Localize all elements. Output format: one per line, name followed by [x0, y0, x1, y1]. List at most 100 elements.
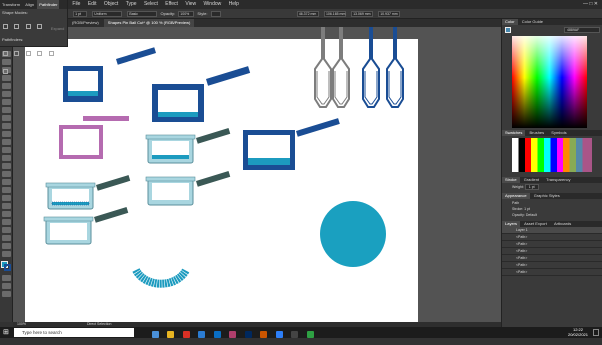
brush-select[interactable]: Basic — [127, 10, 158, 17]
menu-object[interactable]: Object — [101, 0, 121, 9]
drawing-modes-icon[interactable] — [2, 275, 11, 281]
tab-pathfinder[interactable]: Pathfinder — [37, 0, 60, 9]
box-2[interactable] — [152, 66, 251, 122]
w-field[interactable]: 13.069 mm — [351, 10, 374, 17]
rotate-tool-icon[interactable] — [2, 131, 11, 137]
app3-icon[interactable] — [306, 331, 314, 338]
minus-front-icon[interactable] — [14, 24, 20, 29]
store-icon[interactable] — [213, 331, 221, 338]
gradient-tool-icon[interactable] — [2, 187, 11, 193]
gray-handle-shapes[interactable] — [314, 27, 350, 108]
menu-select[interactable]: Select — [141, 0, 161, 9]
tab-swatches[interactable]: Swatches — [502, 130, 526, 136]
expand-button[interactable]: Expand — [51, 26, 65, 31]
tab-artboards[interactable]: Artboards — [551, 221, 574, 227]
menu-window[interactable]: Window — [200, 0, 224, 9]
style-select[interactable] — [210, 10, 221, 17]
eyedropper-tool-icon[interactable] — [2, 195, 11, 201]
hex-field[interactable]: 4889AF — [564, 27, 600, 33]
x-field[interactable]: 46.372 mm — [296, 10, 319, 17]
mail-icon[interactable] — [198, 331, 206, 338]
chrome-icon[interactable] — [182, 331, 190, 338]
appearance-opacity-value[interactable]: Default — [526, 213, 537, 217]
type-tool-icon[interactable] — [2, 83, 11, 89]
divide-icon[interactable] — [3, 51, 8, 56]
word-icon[interactable] — [275, 331, 283, 338]
task-view-icon[interactable] — [152, 331, 159, 338]
mesh-tool-icon[interactable] — [2, 179, 11, 185]
teal-circle[interactable] — [320, 201, 386, 267]
file-explorer-icon[interactable] — [167, 331, 175, 338]
menu-type[interactable]: Type — [123, 0, 140, 9]
layer-row[interactable]: Layer 1 — [502, 227, 602, 234]
box-light-d[interactable] — [43, 207, 129, 245]
layer-sublayer-row[interactable]: <Path> — [502, 248, 602, 255]
slice-tool-icon[interactable] — [2, 235, 11, 241]
menu-file[interactable]: File — [69, 0, 83, 9]
appearance-stroke-value[interactable]: 1 pt — [524, 207, 530, 211]
menu-view[interactable]: View — [182, 0, 199, 9]
box-light-a[interactable] — [145, 128, 231, 164]
tab-align[interactable]: Align — [23, 0, 36, 9]
artboard-tool-icon[interactable] — [2, 227, 11, 233]
layer-sublayer-row[interactable]: <Path> — [502, 269, 602, 276]
layer-sublayer-row[interactable]: <Path> — [502, 234, 602, 241]
pencil-tool-icon[interactable] — [2, 115, 11, 121]
stroke-profile-select[interactable]: Uniform — [92, 10, 123, 17]
tab-transform[interactable]: Transform — [0, 0, 22, 9]
zoom-level[interactable]: 100% — [13, 322, 26, 326]
outline-icon[interactable] — [48, 51, 54, 56]
eraser-tool-icon[interactable] — [2, 123, 11, 129]
symbol-sprayer-tool-icon[interactable] — [2, 211, 11, 217]
tab-document-active[interactable]: Shapes Pin Ball Cut* @ 100 % (RGB/Previe… — [103, 19, 195, 27]
y-field[interactable]: 106.165 mm — [323, 10, 346, 17]
tab-transparency[interactable]: Transparency — [543, 177, 573, 183]
unite-icon[interactable] — [3, 24, 8, 29]
clock-date[interactable]: 20/02/2021 — [568, 332, 588, 337]
color-fill-swatch[interactable] — [505, 27, 511, 33]
blend-tool-icon[interactable] — [2, 203, 11, 209]
layer-sublayer-row[interactable]: <Path> — [502, 262, 602, 269]
photoshop-icon[interactable] — [244, 331, 252, 338]
taskbar-search-input[interactable]: Type here to search — [14, 328, 134, 337]
box-light-b[interactable] — [145, 171, 231, 206]
exclude-icon[interactable] — [37, 24, 43, 29]
scale-tool-icon[interactable] — [2, 139, 11, 145]
hand-tool-icon[interactable] — [2, 243, 11, 249]
stroke-weight-field[interactable]: 1 pt — [73, 10, 88, 17]
layer-sublayer-row[interactable]: <Path> — [502, 255, 602, 262]
tab-appearance[interactable]: Appearance — [502, 193, 530, 199]
appearance-stroke-label[interactable]: Stroke: — [512, 207, 523, 211]
box-light-c[interactable] — [45, 175, 131, 210]
line-tool-icon[interactable] — [2, 91, 11, 97]
weight-field[interactable]: 1 pt — [524, 184, 539, 190]
free-transform-tool-icon[interactable] — [2, 155, 11, 161]
tab-brushes[interactable]: Brushes — [526, 130, 547, 136]
perspective-tool-icon[interactable] — [2, 171, 11, 177]
menu-help[interactable]: Help — [226, 0, 242, 9]
screen-mode-icon[interactable] — [2, 283, 11, 289]
window-controls[interactable]: — □ ✕ — [583, 0, 598, 9]
shape-builder-tool-icon[interactable] — [2, 163, 11, 169]
appearance-opacity-label[interactable]: Opacity: — [512, 213, 525, 217]
app-icon[interactable] — [229, 331, 237, 338]
paintbrush-tool-icon[interactable] — [2, 107, 11, 113]
intersect-icon[interactable] — [25, 24, 31, 29]
menu-effect[interactable]: Effect — [162, 0, 181, 9]
app2-icon[interactable] — [291, 331, 299, 338]
layer-sublayer-row[interactable]: <Path> — [502, 241, 602, 248]
box-1[interactable] — [63, 47, 157, 102]
menu-edit[interactable]: Edit — [85, 0, 100, 9]
trim-icon[interactable] — [14, 51, 20, 56]
h-field[interactable]: 10.937 mm — [378, 10, 401, 17]
tab-symbols[interactable]: Symbols — [548, 130, 569, 136]
width-tool-icon[interactable] — [2, 147, 11, 153]
windows-start-icon[interactable]: ⊞ — [3, 329, 10, 336]
crop-icon[interactable] — [37, 51, 43, 56]
opacity-field[interactable]: 100% — [178, 10, 195, 17]
blue-handle-shapes[interactable] — [362, 27, 404, 108]
box-magenta[interactable] — [59, 116, 129, 159]
merge-icon[interactable] — [25, 51, 31, 56]
swatch-grid[interactable] — [502, 136, 602, 174]
zoom-tool-icon[interactable] — [2, 251, 11, 257]
